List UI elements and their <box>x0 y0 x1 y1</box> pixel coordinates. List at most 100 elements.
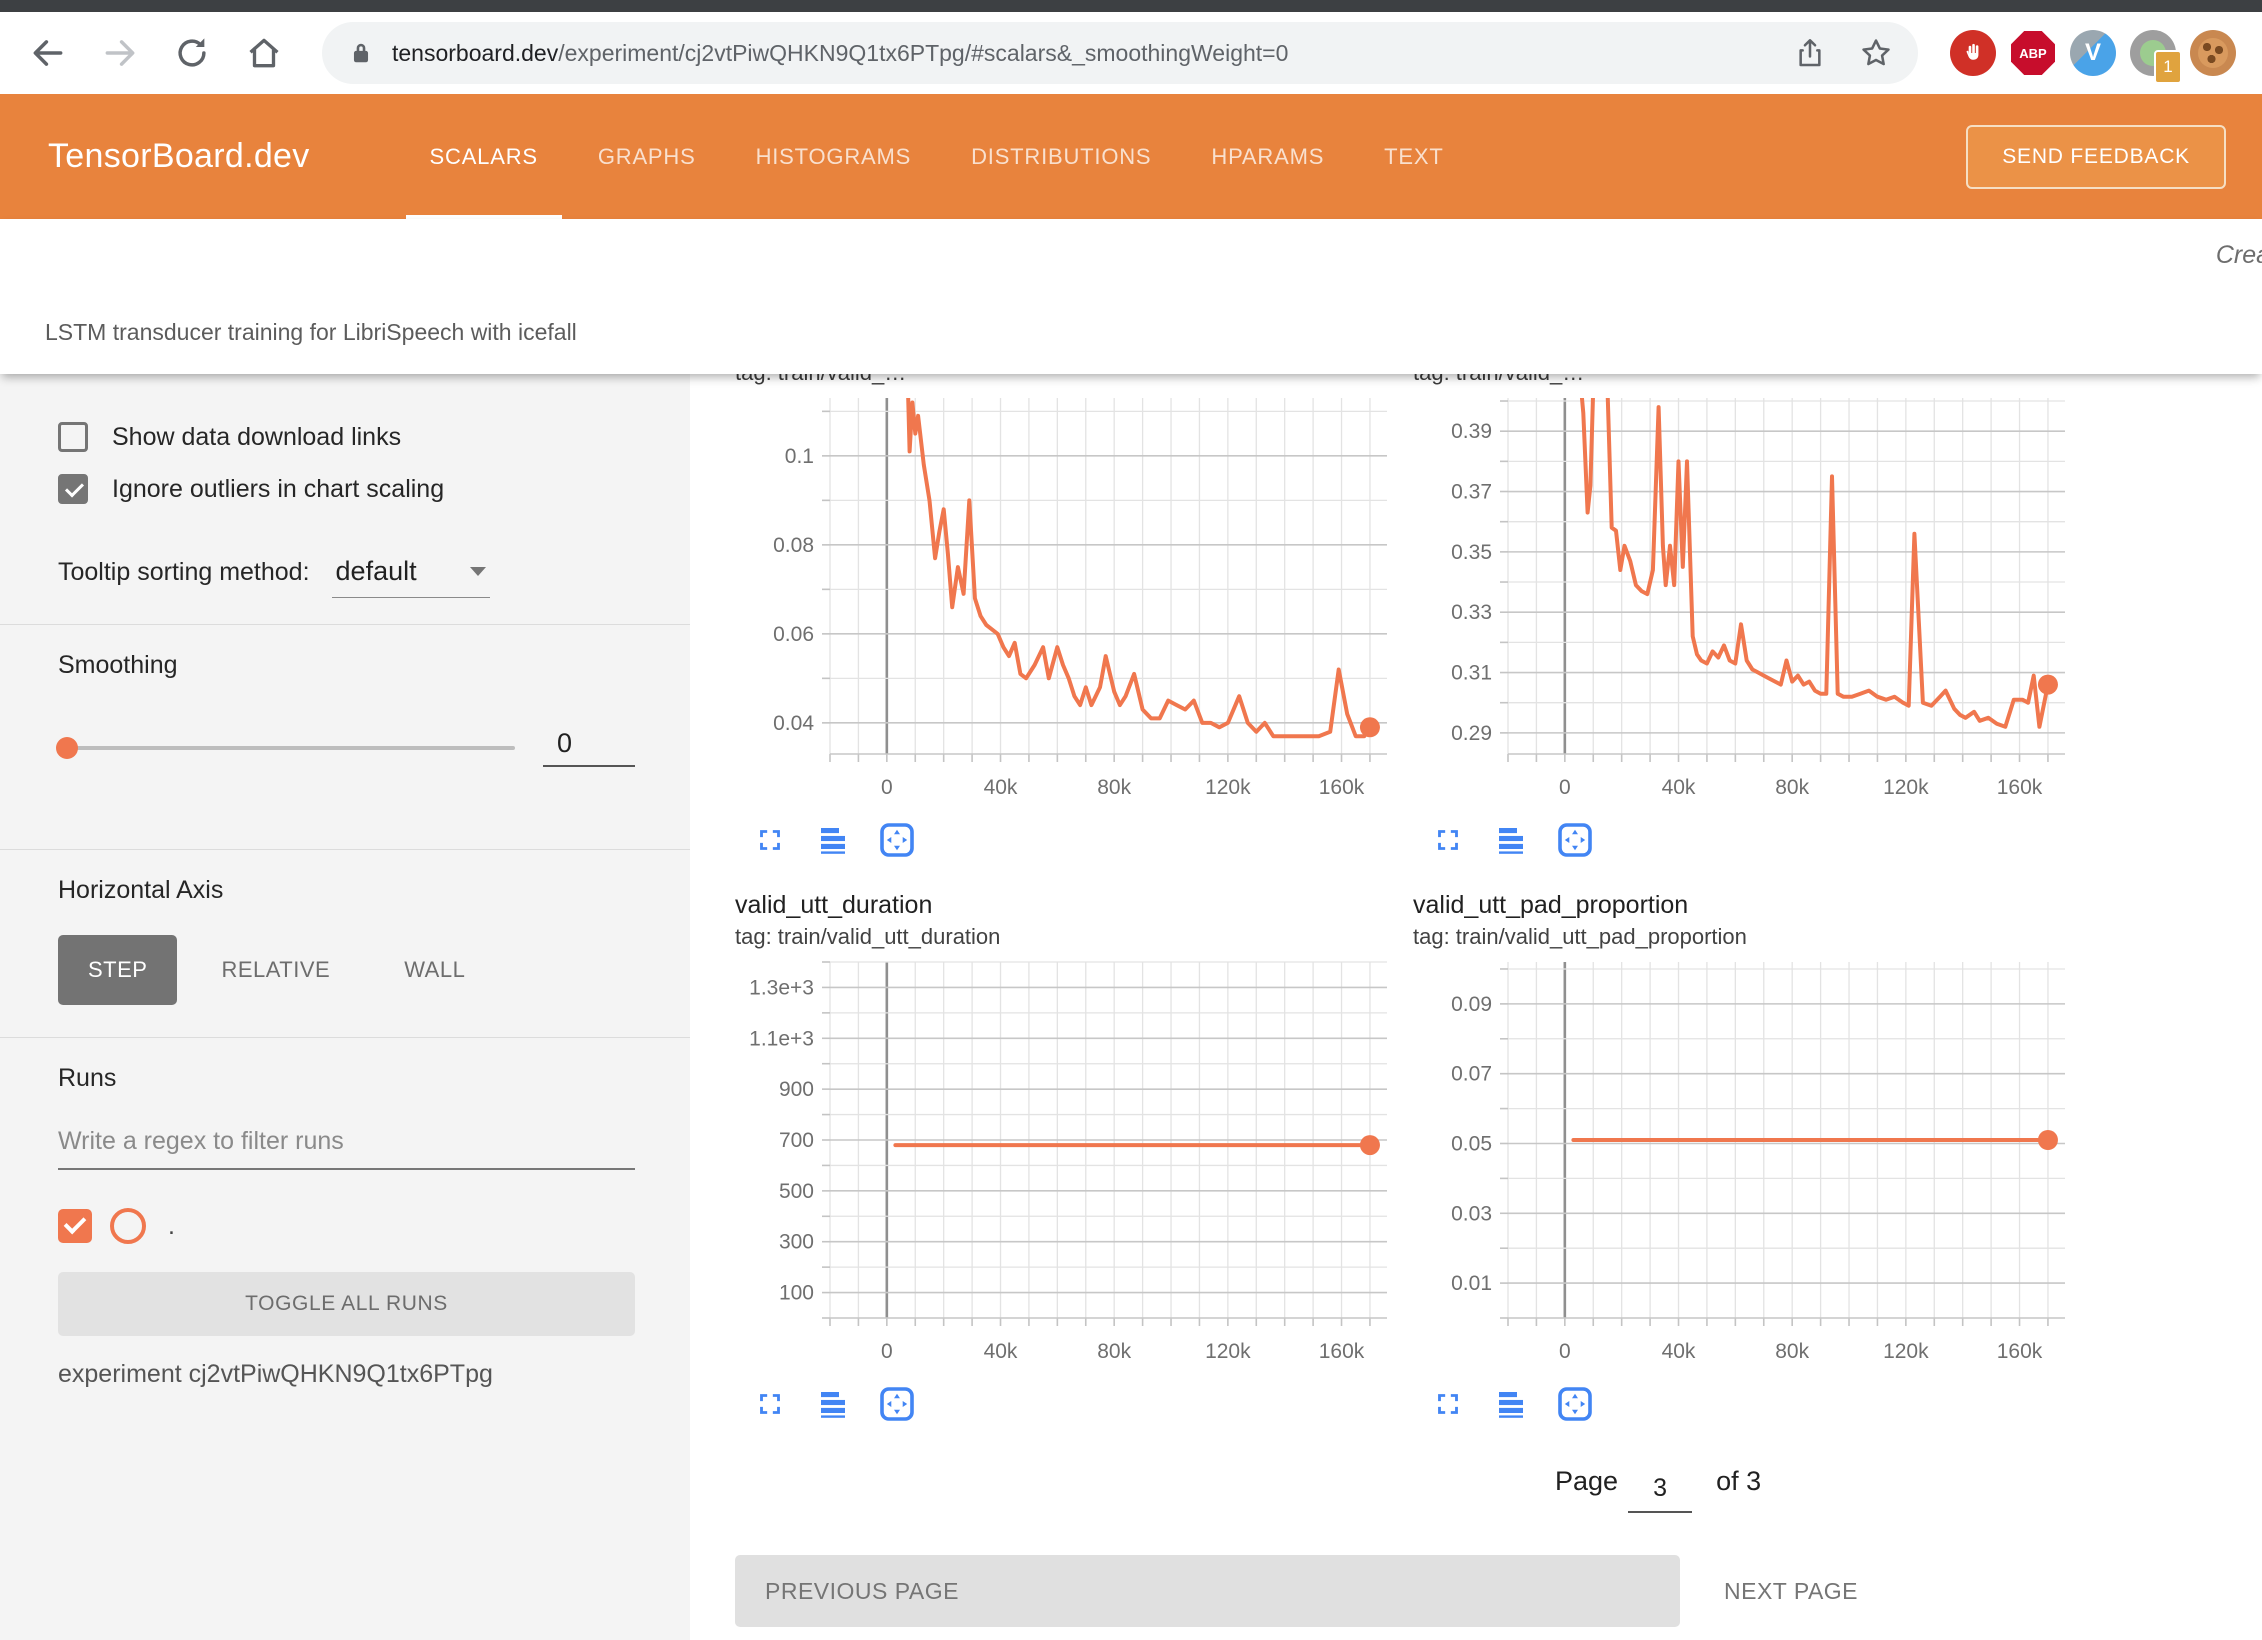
home-icon[interactable] <box>242 31 286 75</box>
back-icon[interactable] <box>26 31 70 75</box>
svg-text:120k: 120k <box>1883 776 1929 799</box>
window-top-strip <box>0 0 2262 12</box>
haxis-relative-button[interactable]: RELATIVE <box>191 935 360 1005</box>
pan-zoom-icon[interactable] <box>1557 822 1593 858</box>
svg-text:40k: 40k <box>984 776 1018 799</box>
chart-tag: tag: train/valid_utt_pad_proportion <box>1413 922 2073 952</box>
tab-scalars[interactable]: SCALARS <box>400 94 568 219</box>
pager-buttons: PREVIOUS PAGE NEXT PAGE <box>735 1555 2262 1627</box>
page-number-input[interactable]: 3 <box>1628 1474 1692 1513</box>
data-table-icon[interactable] <box>1493 822 1529 858</box>
svg-text:160k: 160k <box>1319 776 1365 799</box>
chart-card-valid-utt-duration: valid_utt_duration tag: train/valid_utt_… <box>735 862 1395 1426</box>
svg-text:120k: 120k <box>1205 776 1251 799</box>
show-download-links-row[interactable]: Show data download links <box>58 422 635 452</box>
toggle-all-runs-button[interactable]: TOGGLE ALL RUNS <box>58 1272 635 1336</box>
chart-toolbar <box>1431 818 2073 862</box>
run-name: . <box>168 1212 175 1241</box>
scalar-chart[interactable]: 0.010.030.050.070.09040k80k120k160k <box>1413 958 2073 1372</box>
svg-text:0.01: 0.01 <box>1451 1272 1492 1295</box>
svg-text:40k: 40k <box>1662 1340 1696 1363</box>
svg-text:1.3e+3: 1.3e+3 <box>749 976 814 999</box>
experiment-title-band: Crea LSTM transducer training for LibriS… <box>0 219 2262 374</box>
charts-panel: tag: train/valid_… 0.040.060.080.1040k80… <box>690 374 2262 1640</box>
sidebar-divider <box>0 624 690 625</box>
svg-text:900: 900 <box>779 1078 814 1101</box>
svg-text:160k: 160k <box>1319 1340 1365 1363</box>
svg-text:0.04: 0.04 <box>773 712 814 735</box>
ignore-outliers-checkbox[interactable] <box>58 474 88 504</box>
svg-text:500: 500 <box>779 1180 814 1203</box>
run-color-swatch[interactable] <box>110 1208 146 1244</box>
tab-distributions[interactable]: DISTRIBUTIONS <box>941 94 1181 219</box>
scalar-chart[interactable]: 1003005007009001.1e+31.3e+3040k80k120k16… <box>735 958 1395 1372</box>
tab-graphs[interactable]: GRAPHS <box>568 94 726 219</box>
v-extension-label: V <box>2085 39 2101 67</box>
smoothing-value-input[interactable]: 0 <box>543 728 635 767</box>
svg-text:0.05: 0.05 <box>1451 1132 1492 1155</box>
pan-zoom-icon[interactable] <box>879 1386 915 1422</box>
profile-avatar[interactable]: 1 <box>2130 30 2176 76</box>
show-download-links-label: Show data download links <box>112 423 401 452</box>
extension-icons: ABP V 1 <box>1950 30 2236 76</box>
pagination: Page 3 of 3 <box>1555 1460 1761 1507</box>
url-bar[interactable]: tensorboard.dev/experiment/cj2vtPiwQHKN9… <box>322 22 1918 84</box>
url-path: /experiment/cj2vtPiwQHKN9Q1tx6PTpg/#scal… <box>558 40 1288 66</box>
reload-icon[interactable] <box>170 31 214 75</box>
abp-extension-icon[interactable]: ABP <box>2010 30 2056 76</box>
data-table-icon[interactable] <box>815 1386 851 1422</box>
scalar-chart[interactable]: 0.290.310.330.350.370.39040k80k120k160k <box>1413 394 2073 808</box>
experiment-caption: experiment cj2vtPiwQHKN9Q1tx6PTpg <box>58 1360 635 1389</box>
svg-text:40k: 40k <box>984 1340 1018 1363</box>
lock-icon <box>348 40 374 66</box>
tab-text[interactable]: TEXT <box>1354 94 1473 219</box>
forward-icon[interactable] <box>98 31 142 75</box>
created-text-fragment: Crea <box>2216 241 2262 270</box>
next-page-button[interactable]: NEXT PAGE <box>1718 1577 1864 1606</box>
tooltip-sorting-value: default <box>336 556 444 587</box>
svg-text:80k: 80k <box>1097 1340 1131 1363</box>
smoothing-label: Smoothing <box>58 651 635 680</box>
smoothing-slider-thumb[interactable] <box>56 737 78 759</box>
svg-text:80k: 80k <box>1775 776 1809 799</box>
haxis-wall-button[interactable]: WALL <box>374 935 495 1005</box>
tooltip-sorting-select[interactable]: default <box>332 556 490 598</box>
fullscreen-icon[interactable] <box>1431 823 1465 857</box>
svg-text:120k: 120k <box>1205 1340 1251 1363</box>
scalar-chart[interactable]: 0.040.060.080.1040k80k120k160k <box>735 394 1395 808</box>
adblock-extension-icon[interactable] <box>1950 30 1996 76</box>
show-download-links-checkbox[interactable] <box>58 422 88 452</box>
svg-text:700: 700 <box>779 1129 814 1152</box>
url-domain: tensorboard.dev <box>392 40 558 66</box>
cookie-extension-icon[interactable] <box>2190 30 2236 76</box>
pan-zoom-icon[interactable] <box>879 822 915 858</box>
share-icon[interactable] <box>1790 33 1830 73</box>
ignore-outliers-row[interactable]: Ignore outliers in chart scaling <box>58 474 635 504</box>
svg-text:0.1: 0.1 <box>785 445 814 468</box>
v-extension-icon[interactable]: V <box>2070 30 2116 76</box>
send-feedback-button[interactable]: SEND FEEDBACK <box>1966 125 2226 189</box>
svg-text:0.06: 0.06 <box>773 623 814 646</box>
fullscreen-icon[interactable] <box>753 1387 787 1421</box>
data-table-icon[interactable] <box>1493 1386 1529 1422</box>
bookmark-star-icon[interactable] <box>1856 33 1896 73</box>
chart-card-valid-utt-pad-proportion: valid_utt_pad_proportion tag: train/vali… <box>1413 862 2073 1426</box>
runs-label: Runs <box>58 1064 635 1093</box>
tab-hparams[interactable]: HPARAMS <box>1181 94 1354 219</box>
runs-regex-input[interactable]: Write a regex to filter runs <box>58 1127 635 1170</box>
fullscreen-icon[interactable] <box>1431 1387 1465 1421</box>
smoothing-slider[interactable] <box>58 746 515 750</box>
svg-text:120k: 120k <box>1883 1340 1929 1363</box>
run-checkbox[interactable] <box>58 1209 92 1243</box>
haxis-step-button[interactable]: STEP <box>58 935 177 1005</box>
horizontal-axis-label: Horizontal Axis <box>58 876 635 905</box>
chart-card-top-left: tag: train/valid_… 0.040.060.080.1040k80… <box>735 374 1395 862</box>
svg-text:0.29: 0.29 <box>1451 722 1492 745</box>
svg-text:0.35: 0.35 <box>1451 541 1492 564</box>
pan-zoom-icon[interactable] <box>1557 1386 1593 1422</box>
chart-tag-clipped: tag: train/valid_… <box>1413 374 2073 394</box>
tab-histograms[interactable]: HISTOGRAMS <box>726 94 942 219</box>
fullscreen-icon[interactable] <box>753 823 787 857</box>
previous-page-button[interactable]: PREVIOUS PAGE <box>735 1555 1680 1627</box>
data-table-icon[interactable] <box>815 822 851 858</box>
